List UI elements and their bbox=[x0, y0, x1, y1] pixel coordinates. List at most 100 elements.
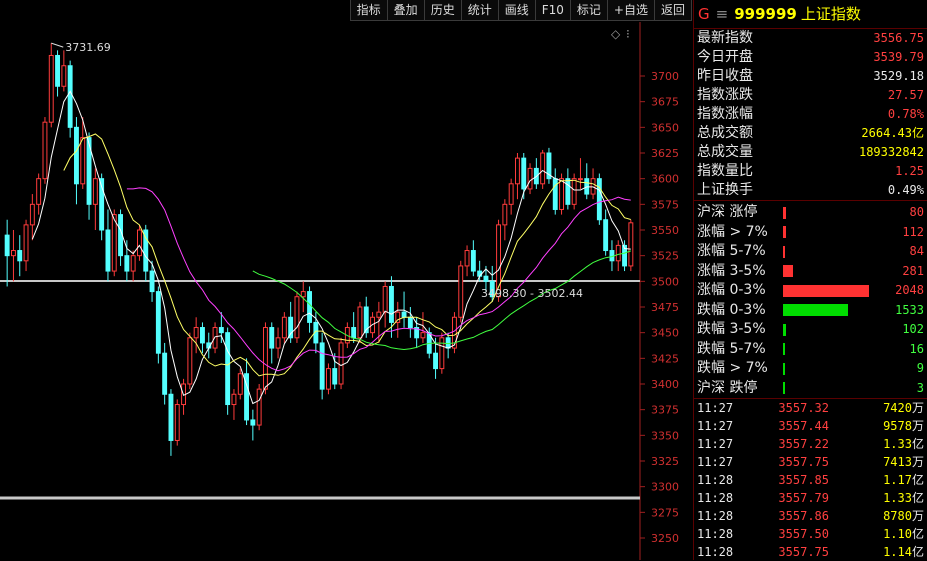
breadth-label: 跌幅 3-5% bbox=[697, 321, 766, 337]
candle-body bbox=[508, 183, 514, 205]
candle-body bbox=[67, 65, 73, 128]
candle-body bbox=[23, 224, 29, 262]
y-tick-label: 3325 bbox=[651, 455, 679, 468]
breadth-bar bbox=[783, 382, 785, 395]
toolbar-button-1[interactable]: 叠加 bbox=[386, 0, 425, 21]
breadth-bar bbox=[783, 284, 869, 297]
stat-row: 昨日收盘 3529.18 bbox=[694, 67, 927, 86]
stat-row: 指数量比 1.25 bbox=[694, 162, 927, 181]
tick-volume-value: 9578 bbox=[883, 419, 912, 433]
stat-label: 上证换手 bbox=[697, 182, 753, 198]
tick-list[interactable]: 11:27 3557.32 7420万 11:27 3557.44 9578万 11:27 3… bbox=[694, 399, 927, 561]
candle-body bbox=[357, 306, 363, 339]
tick-volume-unit: 万 bbox=[911, 455, 924, 469]
toolbar-button-7[interactable]: +自选 bbox=[606, 0, 655, 21]
stat-row: 总成交额 2664.43亿 bbox=[694, 124, 927, 143]
candle-body bbox=[193, 327, 199, 339]
tick-volume: 9578万 bbox=[829, 417, 924, 435]
candle-body bbox=[401, 311, 407, 318]
tick-volume-value: 1.14 bbox=[883, 545, 912, 559]
tick-volume: 1.33亿 bbox=[829, 489, 924, 507]
menu-icon[interactable]: ≡ bbox=[716, 5, 729, 23]
stat-value: 0.78% bbox=[887, 107, 924, 121]
y-tick-label: 3275 bbox=[651, 506, 679, 519]
candle-body bbox=[73, 126, 79, 185]
tick-time: 11:28 bbox=[697, 491, 734, 505]
candle-body bbox=[376, 311, 382, 318]
tick-time: 11:27 bbox=[697, 437, 734, 451]
tick-volume-value: 7413 bbox=[883, 455, 912, 469]
quote-panel: G ≡ 999999 上证指数 最新指数 3556.75 今日开盘 3539.79 昨日收盘 3… bbox=[693, 0, 927, 560]
tick-volume: 1.10亿 bbox=[829, 525, 924, 543]
candle-body bbox=[439, 337, 445, 370]
tick-time: 11:28 bbox=[697, 527, 734, 541]
candle-body bbox=[470, 250, 476, 272]
candle-body bbox=[256, 388, 262, 426]
breadth-bar bbox=[783, 226, 786, 239]
y-tick-label: 3650 bbox=[651, 121, 679, 134]
toolbar-button-3[interactable]: 统计 bbox=[460, 0, 499, 21]
candle-body bbox=[552, 178, 558, 210]
breadth-label: 涨幅 5-7% bbox=[697, 243, 766, 259]
y-tick-label: 3550 bbox=[651, 224, 679, 237]
breadth-label: 涨幅 0-3% bbox=[697, 282, 766, 298]
tick-row: 11:27 3557.75 7413万 bbox=[694, 453, 927, 471]
tick-row: 11:28 3557.50 1.10亿 bbox=[694, 525, 927, 543]
kline-chart-panel[interactable]: 3700 3675 3650 3625 3600 3575 3550 3525 3500 3475… bbox=[0, 0, 692, 560]
tick-row: 11:28 3557.79 1.33亿 bbox=[694, 489, 927, 507]
stat-label: 指数量比 bbox=[697, 163, 753, 179]
settings-icon[interactable]: ⁝ bbox=[626, 27, 630, 41]
tick-volume-value: 8780 bbox=[883, 509, 912, 523]
tick-time: 11:28 bbox=[697, 509, 734, 523]
candle-body bbox=[565, 178, 571, 205]
breadth-row: 涨幅 5-7% 84 bbox=[694, 242, 927, 262]
diamond-icon[interactable]: ◇ bbox=[611, 27, 621, 41]
stat-row: 总成交量 189332842 bbox=[694, 143, 927, 162]
toolbar-button-0[interactable]: 指标 bbox=[349, 0, 388, 21]
tick-volume-unit: 万 bbox=[911, 401, 924, 415]
breadth-bar-track bbox=[783, 265, 880, 278]
toolbar-button-4[interactable]: 画线 bbox=[497, 0, 536, 21]
toolbar-button-2[interactable]: 历史 bbox=[423, 0, 462, 21]
breadth-count: 281 bbox=[902, 263, 924, 278]
g-icon[interactable]: G bbox=[698, 5, 710, 23]
breadth-row: 跌幅 3-5% 102 bbox=[694, 320, 927, 340]
breadth-bar bbox=[783, 362, 785, 375]
stat-row: 上证换手 0.49% bbox=[694, 181, 927, 200]
breadth-bar-track bbox=[783, 206, 880, 219]
candle-body bbox=[596, 178, 602, 221]
candle-body bbox=[162, 352, 168, 395]
breadth-row: 跌幅 5-7% 16 bbox=[694, 340, 927, 360]
breadth-label: 沪深 跌停 bbox=[697, 379, 758, 396]
candle-body bbox=[584, 178, 590, 195]
candle-body bbox=[17, 250, 23, 262]
candle-body bbox=[307, 291, 313, 323]
breadth-bar-track bbox=[783, 362, 880, 375]
breadth-row: 跌幅 > 7% 9 bbox=[694, 359, 927, 379]
candle-body bbox=[105, 229, 111, 272]
breadth-row: 涨幅 0-3% 2048 bbox=[694, 281, 927, 301]
kline-chart[interactable]: 3700 3675 3650 3625 3600 3575 3550 3525 3500 3475… bbox=[0, 0, 692, 560]
candle-body bbox=[338, 342, 344, 385]
candle-body bbox=[628, 222, 634, 267]
tick-volume-value: 1.10 bbox=[883, 527, 912, 541]
tick-time: 11:28 bbox=[697, 545, 734, 559]
toolbar-button-6[interactable]: 标记 bbox=[569, 0, 608, 21]
tick-row: 11:28 3557.86 8780万 bbox=[694, 507, 927, 525]
breadth-bar bbox=[783, 206, 786, 219]
candle-body bbox=[10, 250, 16, 257]
stat-label: 指数涨幅 bbox=[697, 106, 753, 122]
breadth-count: 9 bbox=[916, 361, 924, 375]
candle-body bbox=[149, 270, 155, 293]
candle-body bbox=[351, 327, 357, 339]
tick-volume: 1.33亿 bbox=[829, 435, 924, 453]
stat-label: 指数涨跌 bbox=[697, 87, 753, 103]
toolbar-button-5[interactable]: F10 bbox=[534, 0, 571, 21]
toolbar-button-8[interactable]: 返回 bbox=[653, 0, 692, 21]
breadth-row: 沪深 跌停 3 bbox=[694, 379, 927, 399]
candle-body bbox=[483, 275, 489, 282]
candle-body bbox=[231, 393, 237, 406]
breadth-row: 涨幅 3-5% 281 bbox=[694, 262, 927, 282]
breadth-bar bbox=[783, 304, 848, 317]
y-tick-label: 3450 bbox=[651, 327, 679, 340]
